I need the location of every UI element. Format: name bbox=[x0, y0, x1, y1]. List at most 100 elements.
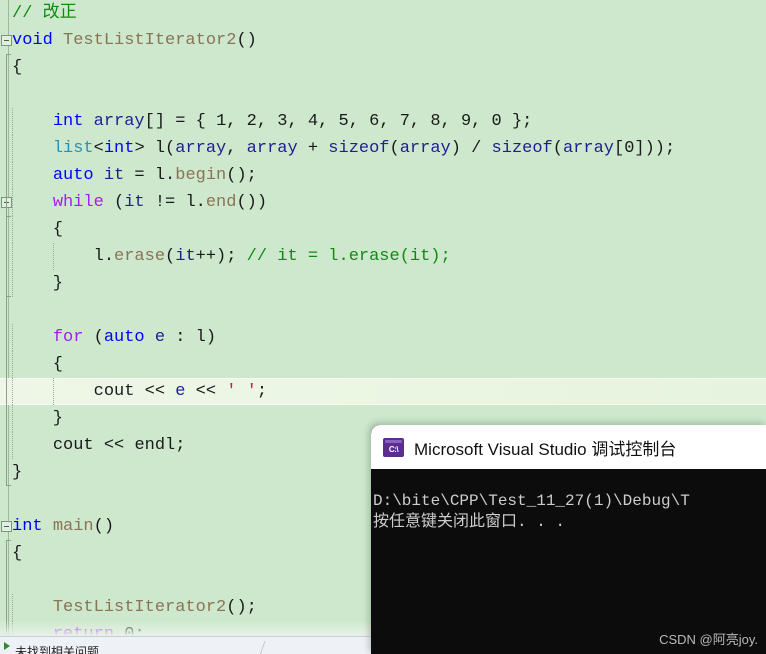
code-token: cout bbox=[93, 382, 135, 401]
code-token: ' ' bbox=[226, 382, 257, 401]
indent-guide bbox=[53, 378, 54, 405]
code-token: , bbox=[318, 112, 339, 131]
code-line[interactable]: { bbox=[0, 54, 766, 81]
console-cmd-icon: C:\ bbox=[383, 437, 404, 457]
code-line[interactable]: } bbox=[0, 270, 766, 297]
indent-guide bbox=[12, 162, 13, 189]
code-line[interactable]: { bbox=[0, 351, 766, 378]
code-token: ( bbox=[165, 139, 176, 158]
console-output-area[interactable]: D:\bite\CPP\Test_11_27(1)\Debug\T 按任意键关闭… bbox=[371, 469, 766, 654]
indent-guide bbox=[12, 216, 13, 243]
code-token: int bbox=[12, 517, 43, 536]
code-token: , bbox=[256, 112, 278, 131]
code-token: [ bbox=[613, 139, 625, 158]
code-token: 0 bbox=[491, 112, 502, 131]
code-token: { bbox=[12, 220, 64, 239]
status-bar-separator bbox=[259, 641, 266, 654]
code-line[interactable]: l.erase(it++); // it = l.erase(it); bbox=[0, 243, 766, 270]
console-icon-prompt: C:\ bbox=[388, 444, 399, 454]
code-token: int bbox=[103, 139, 135, 158]
code-token: != bbox=[144, 193, 186, 212]
code-line[interactable] bbox=[0, 297, 766, 324]
status-bar[interactable]: 未找到相关问题 bbox=[0, 636, 371, 654]
code-token: // it = l.erase(it); bbox=[246, 247, 451, 266]
code-token: begin bbox=[175, 166, 227, 185]
code-line[interactable]: void TestListIterator2() bbox=[0, 27, 766, 54]
indent-guide bbox=[12, 243, 13, 270]
code-token: end bbox=[205, 193, 237, 212]
code-line[interactable]: int array[] = { 1, 2, 3, 4, 5, 6, 7, 8, … bbox=[0, 108, 766, 135]
code-token: endl bbox=[134, 436, 176, 455]
code-token: erase bbox=[114, 247, 166, 266]
code-line[interactable]: list<int> l(array, array + sizeof(array)… bbox=[0, 135, 766, 162]
code-token: array bbox=[175, 139, 227, 158]
editor-bottom-fade bbox=[0, 620, 371, 636]
code-line[interactable]: while (it != l.end()) bbox=[0, 189, 766, 216]
code-token: // 改正 bbox=[12, 4, 77, 23]
code-token: 1 bbox=[216, 112, 227, 131]
code-token: } bbox=[12, 409, 64, 428]
code-token: [] = { bbox=[144, 112, 217, 131]
code-token: auto bbox=[103, 328, 145, 347]
code-fold-toggle-icon[interactable] bbox=[1, 35, 12, 46]
code-token: l bbox=[195, 328, 206, 347]
code-line[interactable]: for (auto e : l) bbox=[0, 324, 766, 351]
debug-console-window[interactable]: C:\ Microsoft Visual Studio 调试控制台 D:\bit… bbox=[371, 425, 766, 654]
code-token: 3 bbox=[277, 112, 288, 131]
code-token: = bbox=[124, 166, 155, 185]
code-token: { bbox=[12, 58, 23, 77]
code-token: l bbox=[154, 166, 166, 185]
code-token: (); bbox=[226, 166, 257, 185]
code-token: ++); bbox=[195, 247, 247, 266]
code-token: 8 bbox=[430, 112, 441, 131]
code-token: }; bbox=[501, 112, 533, 131]
console-title-text: Microsoft Visual Studio 调试控制台 bbox=[414, 439, 677, 459]
code-token: list bbox=[52, 139, 94, 158]
code-token: array bbox=[246, 139, 298, 158]
code-token: : bbox=[165, 328, 196, 347]
code-token: } bbox=[12, 274, 64, 293]
code-token: while bbox=[52, 193, 104, 212]
code-token: 4 bbox=[307, 112, 319, 131]
code-token: , bbox=[379, 112, 400, 131]
code-line[interactable]: { bbox=[0, 216, 766, 243]
code-token: e bbox=[175, 382, 186, 401]
code-token: , bbox=[226, 112, 247, 131]
code-token: it bbox=[175, 247, 196, 266]
code-token: 5 bbox=[338, 112, 349, 131]
code-token: main bbox=[52, 517, 94, 536]
code-token: 7 bbox=[399, 112, 410, 131]
code-token: cout bbox=[52, 436, 94, 455]
code-token: it bbox=[103, 166, 125, 185]
code-token: l bbox=[93, 247, 104, 266]
code-token: l bbox=[185, 193, 196, 212]
code-line[interactable] bbox=[0, 81, 766, 108]
code-line-current[interactable]: cout << e << ' '; bbox=[0, 378, 766, 405]
indent-guide bbox=[12, 432, 13, 459]
console-line: 按任意键关闭此窗口. . . bbox=[373, 513, 566, 531]
code-line[interactable]: auto it = l.begin(); bbox=[0, 162, 766, 189]
block-scope-rail bbox=[6, 216, 11, 297]
indent-guide bbox=[12, 405, 13, 432]
console-title-bar[interactable]: C:\ Microsoft Visual Studio 调试控制台 bbox=[371, 425, 766, 469]
code-token: e bbox=[154, 328, 166, 347]
code-token: () bbox=[236, 31, 257, 50]
code-token: , bbox=[348, 112, 370, 131]
code-fold-toggle-icon[interactable] bbox=[1, 521, 12, 532]
code-token: ( bbox=[83, 328, 104, 347]
code-token: l bbox=[154, 139, 166, 158]
code-token: << bbox=[93, 436, 135, 455]
code-token: ) bbox=[205, 328, 217, 347]
code-token: auto bbox=[52, 166, 94, 185]
code-line[interactable]: // 改正 bbox=[0, 0, 766, 27]
indent-guide bbox=[12, 135, 13, 162]
